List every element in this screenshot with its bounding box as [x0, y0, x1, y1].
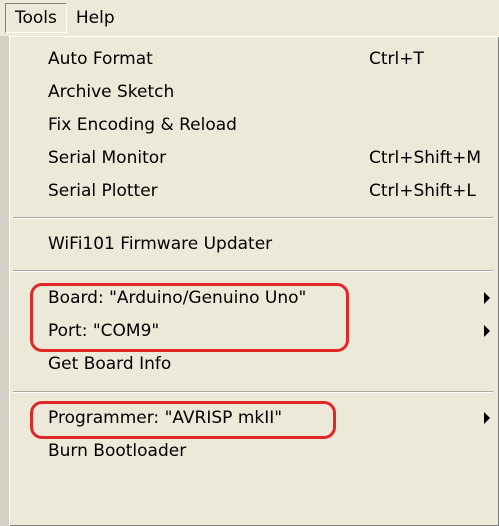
menu-item-serial-monitor[interactable]: Serial Monitor Ctrl+Shift+M	[10, 142, 498, 173]
submenu-arrow-icon	[484, 325, 490, 337]
tools-dropdown-menu: Auto Format Ctrl+T Archive Sketch Fix En…	[9, 36, 499, 526]
menu-item-archive-sketch[interactable]: Archive Sketch	[10, 76, 498, 107]
menu-separator	[13, 391, 493, 393]
menu-item-label: Auto Format	[48, 48, 153, 69]
menu-item-label: Serial Plotter	[48, 180, 158, 201]
menu-item-wifi101-updater[interactable]: WiFi101 Firmware Updater	[10, 228, 498, 259]
menu-item-auto-format[interactable]: Auto Format Ctrl+T	[10, 43, 498, 74]
menu-separator	[13, 217, 493, 219]
menu-item-shortcut: Ctrl+Shift+L	[369, 180, 476, 201]
menu-help[interactable]: Help	[67, 3, 124, 33]
menu-item-fix-encoding[interactable]: Fix Encoding & Reload	[10, 109, 498, 140]
menu-item-board[interactable]: Board: "Arduino/Genuino Uno"	[10, 282, 498, 313]
menu-item-label: Archive Sketch	[48, 81, 175, 102]
menu-separator	[13, 270, 493, 272]
menu-item-shortcut: Ctrl+T	[369, 48, 424, 69]
menu-item-label: Get Board Info	[48, 353, 172, 374]
menu-item-programmer[interactable]: Programmer: "AVRISP mkII"	[10, 402, 498, 433]
menu-item-label: Board: "Arduino/Genuino Uno"	[48, 287, 307, 308]
menu-item-shortcut: Ctrl+Shift+M	[369, 147, 482, 168]
menu-item-serial-plotter[interactable]: Serial Plotter Ctrl+Shift+L	[10, 175, 498, 206]
menu-bar: Tools Help	[0, 0, 499, 36]
submenu-arrow-icon	[484, 292, 490, 304]
menu-tools[interactable]: Tools	[5, 3, 67, 33]
menu-item-get-board-info[interactable]: Get Board Info	[10, 348, 498, 379]
menu-item-label: Fix Encoding & Reload	[48, 114, 237, 135]
menu-item-port[interactable]: Port: "COM9"	[10, 315, 498, 346]
menu-item-label: Port: "COM9"	[48, 320, 160, 341]
menu-item-burn-bootloader[interactable]: Burn Bootloader	[10, 435, 498, 466]
menu-item-label: Programmer: "AVRISP mkII"	[48, 407, 283, 428]
menu-item-label: Burn Bootloader	[48, 440, 187, 461]
menu-item-label: WiFi101 Firmware Updater	[48, 233, 273, 254]
menu-item-label: Serial Monitor	[48, 147, 167, 168]
submenu-arrow-icon	[484, 412, 490, 424]
